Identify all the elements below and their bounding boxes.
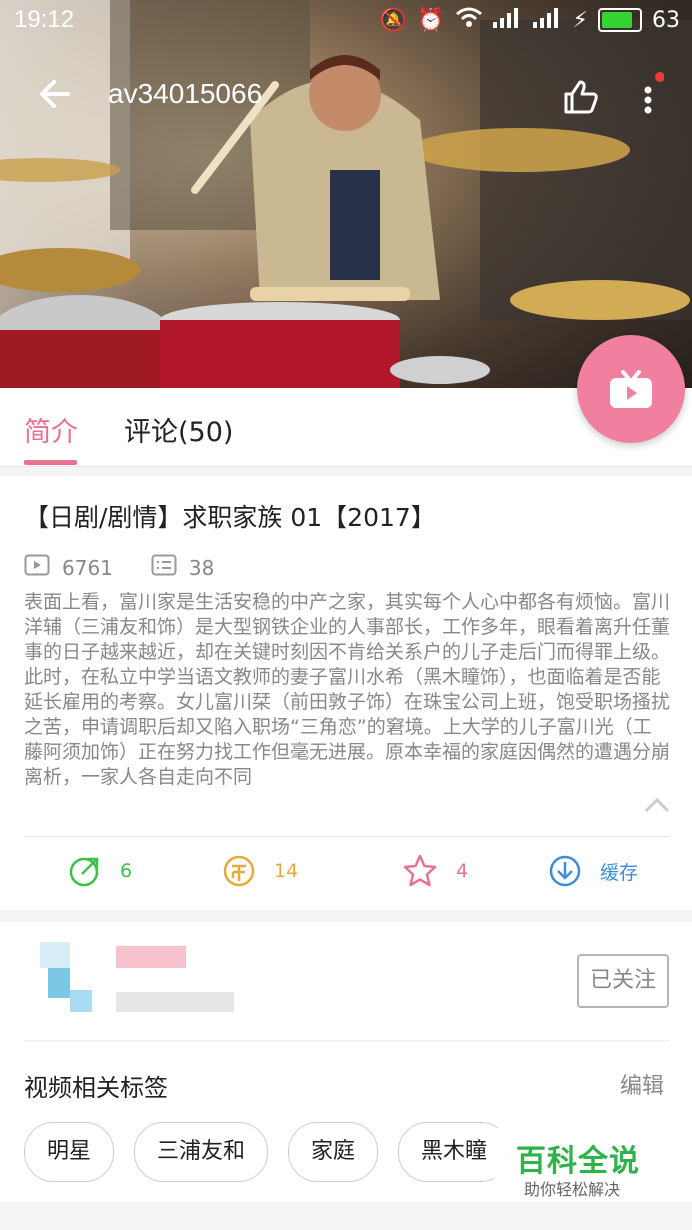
video-id-title: av34015066 xyxy=(108,78,263,109)
tag-item[interactable]: 明星 xyxy=(24,1122,115,1182)
favorite-count: 4 xyxy=(456,860,469,882)
video-info-card: 【日剧/剧情】求职家族 01【2017】 6761 38 表面上看，富川家是生活… xyxy=(0,476,692,910)
video-description: 表面上看，富川家是生活安稳的中产之家，其实每个人心中都各有烦恼。富川洋辅（三浦友… xyxy=(24,591,671,788)
tags-section-title: 视频相关标签 xyxy=(24,1074,168,1102)
danmaku-count: 38 xyxy=(188,555,215,580)
alarm-icon: ⏰ xyxy=(417,7,445,33)
tag-item[interactable]: 三浦友和 xyxy=(134,1122,269,1182)
signal-icon xyxy=(492,6,523,34)
watermark-subtitle: 助你轻松解决 xyxy=(524,1180,621,1199)
share-button[interactable]: 6 xyxy=(68,854,132,888)
charging-icon: ⚡ xyxy=(572,7,588,33)
share-count: 6 xyxy=(120,860,133,882)
play-count: 6761 xyxy=(62,555,113,580)
tv-icon xyxy=(610,370,652,408)
tab-intro[interactable]: 简介 xyxy=(24,410,78,449)
collapse-chevron-icon[interactable] xyxy=(644,796,670,814)
battery-icon xyxy=(598,8,642,32)
favorite-button[interactable]: 4 xyxy=(402,854,468,888)
uploader-name-blurred[interactable] xyxy=(116,946,186,968)
status-icons: 🔕 ⏰ ⚡ 63 xyxy=(380,6,680,34)
video-stats: 6761 38 xyxy=(24,554,214,581)
uploader-info-blurred xyxy=(116,992,234,1012)
follow-button[interactable]: 已关注 xyxy=(577,954,669,1008)
tag-item[interactable]: 家庭 xyxy=(288,1122,379,1182)
uploader-avatar[interactable] xyxy=(40,942,96,1014)
coin-count: 14 xyxy=(274,860,299,882)
signal-4g-icon xyxy=(532,6,563,34)
cache-label: 缓存 xyxy=(600,861,639,884)
video-player[interactable]: 19:12 🔕 ⏰ ⚡ 63 av34015066 xyxy=(0,0,692,388)
tv-play-button[interactable] xyxy=(577,335,685,443)
action-bar: 6 14 4 缓存 xyxy=(0,846,692,902)
more-options-icon[interactable] xyxy=(640,72,665,122)
cache-button[interactable]: 缓存 xyxy=(548,854,638,888)
divider xyxy=(24,836,670,837)
play-count-icon xyxy=(24,554,50,581)
top-bar: av34015066 xyxy=(0,60,692,130)
video-title: 【日剧/剧情】求职家族 01【2017】 xyxy=(24,503,436,532)
status-time: 19:12 xyxy=(14,6,75,33)
download-icon xyxy=(549,855,581,887)
status-bar: 19:12 🔕 ⏰ ⚡ 63 xyxy=(0,0,692,44)
divider xyxy=(24,1040,670,1041)
danmaku-count-icon xyxy=(151,554,177,581)
coin-icon xyxy=(223,855,255,887)
star-icon xyxy=(403,854,437,887)
share-icon xyxy=(69,857,99,887)
mute-icon: 🔕 xyxy=(379,7,408,33)
tags-edit-button[interactable]: 编辑 xyxy=(620,1068,664,1100)
tag-list: 明星 三浦友和 家庭 黑木瞳 xyxy=(24,1122,511,1182)
coin-button[interactable]: 14 xyxy=(222,854,298,888)
tab-active-indicator xyxy=(24,460,77,465)
back-arrow-icon[interactable] xyxy=(36,74,76,114)
thumbs-up-icon[interactable] xyxy=(560,76,600,116)
watermark-title: 百科全说 xyxy=(516,1144,640,1179)
battery-level: 63 xyxy=(652,7,680,33)
wifi-icon xyxy=(455,6,483,34)
video-frame-scene xyxy=(0,0,692,388)
watermark-logo: 百科全说 助你轻松解决 xyxy=(494,1128,666,1202)
tab-comments[interactable]: 评论(50) xyxy=(124,410,233,449)
